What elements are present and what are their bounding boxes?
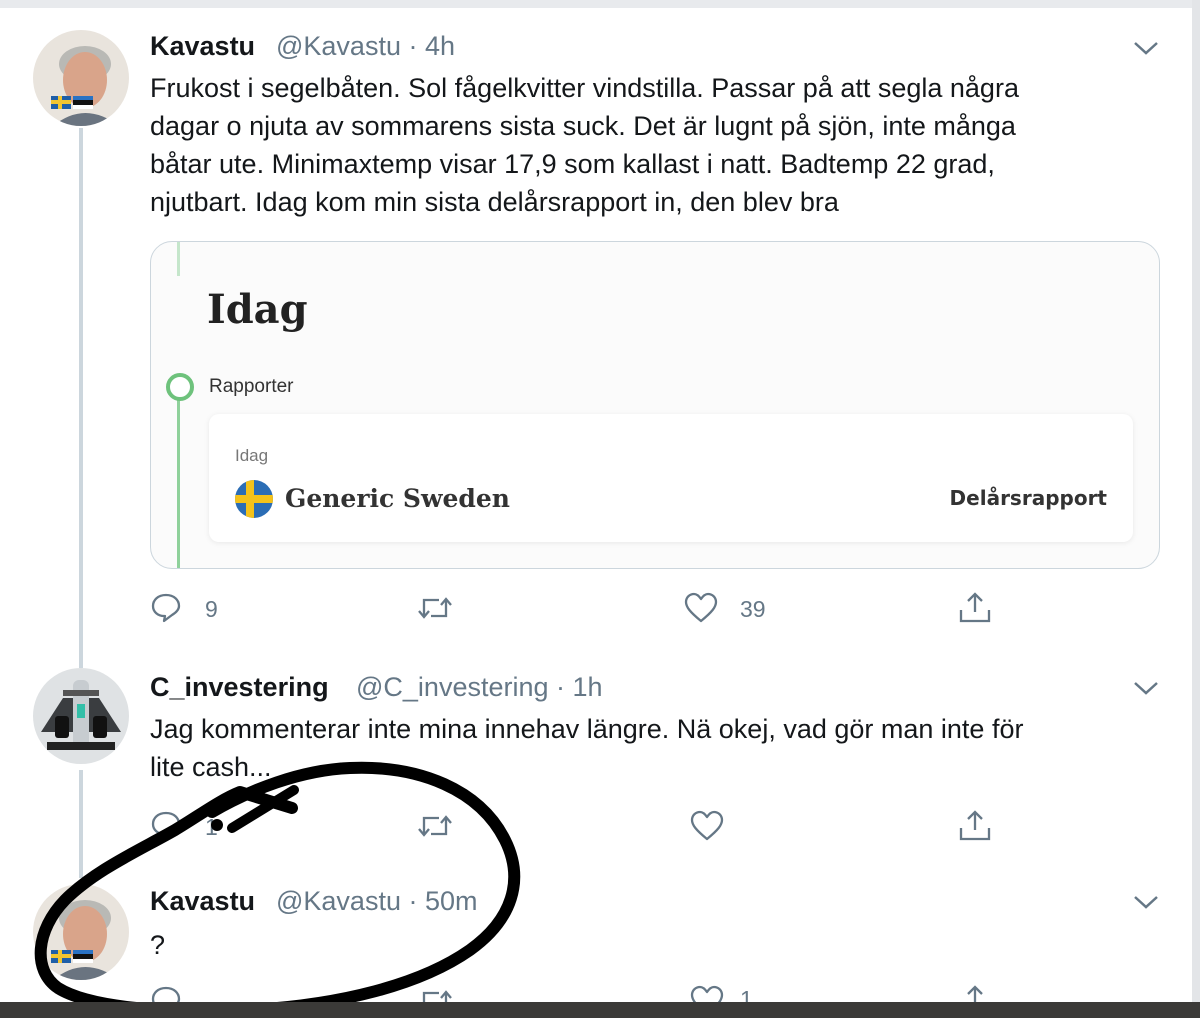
chevron-down-icon[interactable]	[1132, 38, 1160, 58]
tweet-text-line: dagar o njuta av sommarens sista suck. D…	[150, 111, 1016, 141]
card-title: Idag	[207, 286, 308, 333]
window-bottom-edge	[0, 1002, 1200, 1018]
window-top-edge	[0, 0, 1200, 8]
thread-line-2	[79, 770, 83, 878]
author-handle[interactable]: @Kavastu · 4h	[276, 31, 455, 62]
link-card[interactable]: Idag Rapporter Idag Generic Sweden Delår…	[150, 241, 1160, 569]
tweet-text: ?	[150, 926, 165, 964]
like-icon[interactable]	[690, 810, 724, 842]
sweden-flag-icon	[235, 480, 273, 518]
report-type: Delårsrapport	[949, 486, 1107, 510]
reply-icon[interactable]	[150, 809, 182, 841]
tweet-text-line: Jag kommenterar inte mina innehav längre…	[150, 714, 1024, 744]
author-name[interactable]: Kavastu	[150, 886, 255, 917]
retweet-icon[interactable]	[417, 811, 453, 841]
retweet-icon[interactable]	[417, 593, 453, 623]
author-name[interactable]: Kavastu	[150, 31, 255, 62]
company-name: Generic Sweden	[285, 484, 510, 513]
avatar[interactable]	[33, 668, 129, 764]
timeline-node-icon	[166, 373, 194, 401]
chevron-down-icon[interactable]	[1132, 678, 1160, 698]
tweet-text-line: lite cash...	[150, 752, 272, 782]
tweet-text: Frukost i segelbåten. Sol fågelkvitter v…	[150, 69, 1019, 221]
timeline-line	[177, 392, 180, 568]
window-right-edge	[1192, 0, 1200, 1018]
chevron-down-icon[interactable]	[1132, 892, 1160, 912]
tweet-text: Jag kommenterar inte mina innehav längre…	[150, 710, 1023, 786]
tweet-text-line: njutbart. Idag kom min sista delårsrappo…	[150, 187, 839, 217]
card-section-label: Rapporter	[209, 376, 294, 397]
author-handle[interactable]: @C_investering · 1h	[356, 672, 603, 703]
author-handle[interactable]: @Kavastu · 50m	[276, 886, 478, 917]
avatar[interactable]	[33, 884, 129, 980]
like-count: 39	[740, 596, 766, 622]
reply-count: 9	[205, 596, 218, 622]
reply-count: 1	[205, 814, 218, 840]
report-item: Idag Generic Sweden Delårsrapport	[209, 414, 1133, 542]
avatar[interactable]	[33, 30, 129, 126]
thread-line-1	[79, 128, 83, 668]
author-name[interactable]: C_investering	[150, 672, 329, 703]
reply-icon[interactable]	[150, 591, 182, 623]
share-icon[interactable]	[958, 808, 992, 842]
tweet-text-line: Frukost i segelbåten. Sol fågelkvitter v…	[150, 73, 1019, 103]
timeline-line-top	[177, 242, 180, 276]
report-date: Idag	[235, 446, 269, 465]
like-icon[interactable]	[684, 592, 718, 624]
share-icon[interactable]	[958, 590, 992, 624]
tweet-text-line: ?	[150, 930, 166, 960]
tweet-text-line: båtar ute. Minimaxtemp visar 17,9 som ka…	[150, 149, 995, 179]
